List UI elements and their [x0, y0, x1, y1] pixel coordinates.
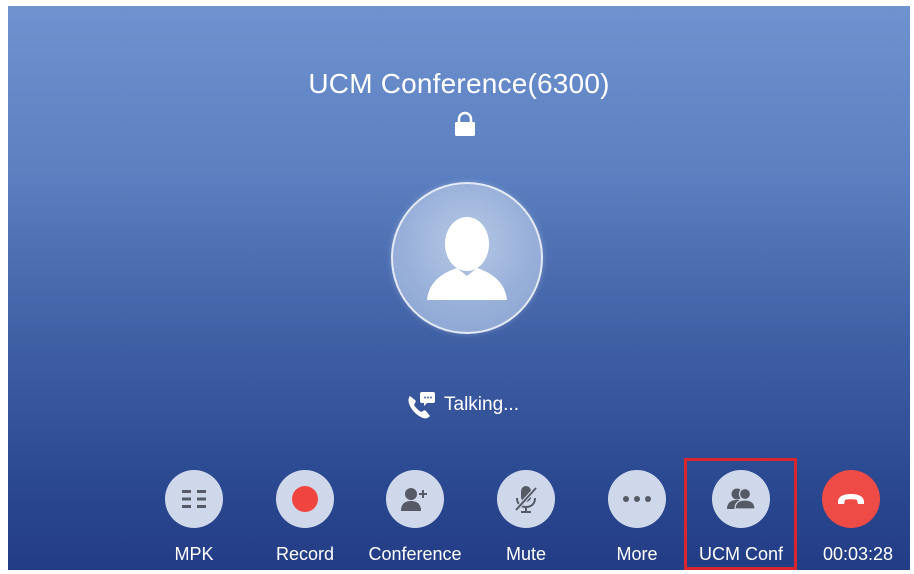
more-button[interactable]: More [582, 470, 692, 570]
lock-icon [455, 111, 475, 136]
caller-avatar [391, 182, 543, 334]
conference-label: Conference [368, 544, 462, 564]
record-dot-icon [292, 486, 318, 512]
mpk-label: MPK [174, 544, 214, 564]
hangup-icon [838, 494, 864, 504]
more-dots-icon [623, 496, 651, 502]
add-person-icon [401, 488, 427, 511]
mute-label: Mute [505, 544, 547, 564]
person-silhouette-icon [427, 217, 507, 300]
more-label: More [616, 544, 658, 564]
mpk-button[interactable]: MPK [139, 470, 249, 570]
record-label: Record [275, 544, 335, 564]
phone-chat-icon [408, 392, 435, 419]
call-title: UCM Conference(6300) [308, 68, 610, 99]
mute-button[interactable]: Mute [471, 470, 581, 570]
grid-icon [182, 490, 206, 508]
call-status-text: Talking... [444, 394, 519, 415]
conference-button[interactable]: Conference [360, 470, 470, 570]
call-screen: UCM Conference(6300) Talking... MPK Reco… [8, 6, 910, 570]
call-duration: 00:03:28 [822, 544, 894, 564]
mic-mute-icon [514, 486, 538, 513]
ucm-conf-highlight-box [684, 458, 797, 570]
call-status: Talking... [404, 390, 519, 420]
record-button[interactable]: Record [250, 470, 360, 570]
